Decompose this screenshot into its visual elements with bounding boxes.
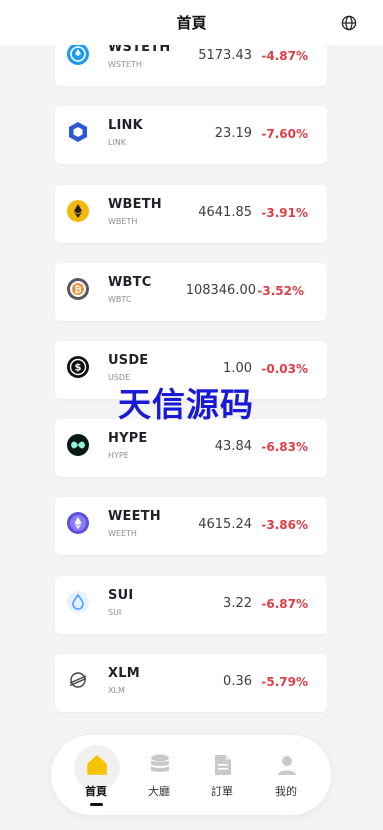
tab-label: 大廳 [148,785,170,798]
coin-symbol: SUI [108,588,134,603]
database-icon [151,754,169,772]
coin-symbol: WEETH [108,509,161,524]
sui-icon [67,591,89,613]
coin-price: 4615.24 [198,517,252,532]
coin-row-wbtc[interactable]: ₿ WBTC WBTC 108346.00 -3.52% [55,263,327,321]
coin-name: LINK [108,138,127,147]
usde-icon: $ [67,356,89,378]
top-bar: 首頁 [0,0,383,45]
globe-icon[interactable] [341,15,357,31]
tab-label: 我的 [275,785,297,798]
coin-price: 23.19 [214,126,252,141]
coin-change: -0.03% [261,362,308,376]
wbeth-icon [67,200,89,222]
coin-price: 43.84 [214,439,252,454]
home-icon [87,755,107,775]
svg-text:₿: ₿ [74,285,81,296]
coin-price: 108346.00 [185,283,256,298]
watermark: 天信源码 [118,385,254,424]
coin-symbol: WBTC [108,275,152,290]
coin-symbol: WBETH [108,197,162,212]
coin-row-sui[interactable]: SUI SUI 3.22 -6.87% [55,576,327,634]
wbtc-icon: ₿ [67,278,89,300]
coin-price: 1.00 [223,361,252,376]
coin-row-xlm[interactable]: XLM XLM 0.36 -5.79% [55,654,327,712]
xlm-icon [69,672,87,688]
tab-orders[interactable]: 訂單 [192,735,252,815]
coin-name: WSTETH [108,60,142,69]
coin-price: 3.22 [223,596,252,611]
svg-text:$: $ [75,363,82,374]
coin-change: -6.87% [261,597,308,611]
coin-change: -6.83% [261,440,308,454]
link-icon [69,122,87,142]
coin-row-hype[interactable]: HYPE HYPE 43.84 -6.83% [55,419,327,477]
coin-price: 0.36 [223,674,252,689]
coin-name: WBTC [108,295,132,304]
wsteth-icon [67,43,89,65]
coin-row-link[interactable]: LINK LINK 23.19 -7.60% [55,106,327,164]
coin-symbol: USDE [108,353,149,368]
coin-name: SUI [108,608,122,617]
tab-profile[interactable]: 我的 [256,735,316,815]
coin-price: 5173.43 [198,48,252,63]
coin-name: WBETH [108,217,138,226]
coin-change: -5.79% [261,675,308,689]
weeth-icon [67,512,89,534]
coin-change: -3.91% [261,206,308,220]
coin-symbol: HYPE [108,431,148,446]
document-icon [215,755,231,775]
coin-row-wbeth[interactable]: WBETH WBETH 4641.85 -3.91% [55,185,327,243]
coin-symbol: LINK [108,118,143,133]
tab-lobby[interactable]: 大廳 [129,735,189,815]
coin-change: -3.52% [257,284,304,298]
coin-name: HYPE [108,451,129,460]
coin-name: WEETH [108,529,137,538]
coin-name: XLM [108,686,125,695]
active-indicator [90,803,103,806]
page-title: 首頁 [176,14,207,32]
coin-price: 4641.85 [198,205,252,220]
bottom-tab-bar: 首頁 大廳 訂單 我的 [51,735,331,815]
coin-change: -7.60% [261,127,308,141]
tab-label: 訂單 [211,785,233,798]
hype-icon [67,434,89,456]
tab-home[interactable]: 首頁 [66,735,126,815]
coin-change: -3.86% [261,518,308,532]
coin-row-weeth[interactable]: WEETH WEETH 4615.24 -3.86% [55,497,327,555]
coin-symbol: XLM [108,666,140,681]
tab-label: 首頁 [85,785,107,798]
user-icon [278,756,296,775]
coin-change: -4.87% [261,49,308,63]
